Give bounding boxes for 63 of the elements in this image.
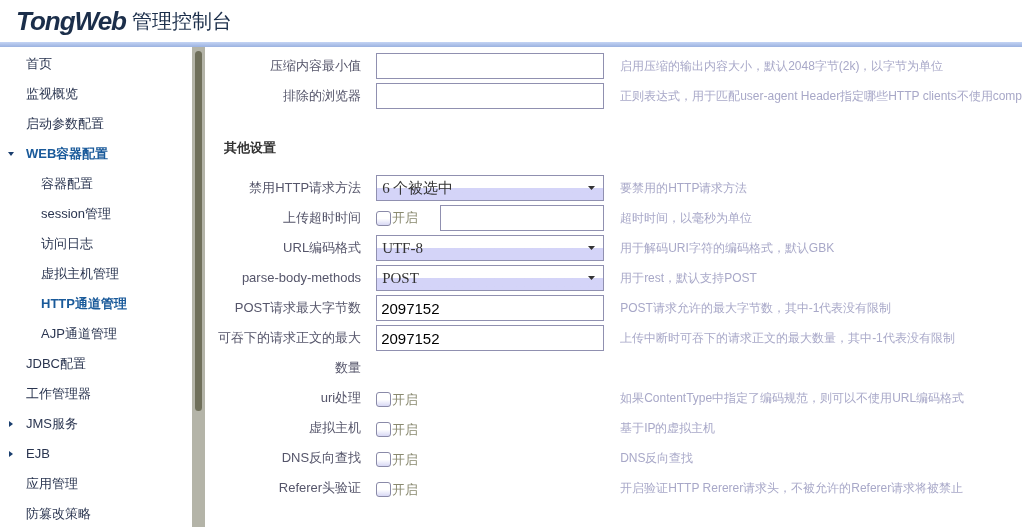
caret-right-icon[interactable] (8, 451, 14, 457)
hint-text: 用于解码URI字符的编码格式，默认GBK (620, 240, 835, 257)
hint-text: 如果ContentType中指定了编码规范，则可以不使用URL编码格式 (620, 390, 965, 407)
input-field[interactable]: 2097152 (376, 325, 605, 351)
hint-text: 启用压缩的输出内容大小，默认2048字节(2k)，以字节为单位 (620, 58, 944, 75)
input-field[interactable] (376, 83, 605, 109)
hint-text: 正则表达式，用于匹配user-agent Header指定哪些HTTP clients不使用comp (620, 88, 1022, 105)
nav-item[interactable]: EJB (26, 444, 50, 464)
checkbox[interactable]: 开启 (376, 449, 419, 470)
field-label: uri处理 (319, 389, 362, 407)
hint-text: 开启验证HTTP Rererer请求头，不被允许的Referer请求将被禁止 (620, 480, 964, 497)
input-field[interactable] (440, 205, 605, 231)
console-title: 管理控制台 (132, 11, 232, 31)
hint-text: 要禁用的HTTP请求方法 (620, 180, 748, 197)
hint-text: DNS反向查找 (620, 450, 694, 467)
checkbox[interactable]: 开启 (376, 389, 419, 410)
field-label: DNS反向查找 (280, 449, 362, 467)
field-label: 虚拟主机 (308, 419, 362, 437)
nav-item[interactable]: 防篡改策略 (26, 504, 91, 524)
nav-item[interactable]: AJP通道管理 (41, 324, 117, 344)
nav-item[interactable]: 首页 (26, 54, 52, 74)
nav-item[interactable]: JDBC配置 (26, 354, 86, 374)
nav-item[interactable]: HTTP通道管理 (41, 294, 127, 314)
caret-right-icon[interactable] (8, 421, 14, 427)
hint-text: 超时时间，以毫秒为单位 (620, 210, 753, 227)
nav-item[interactable]: JMS服务 (26, 414, 78, 434)
nav-item[interactable]: 虚拟主机管理 (41, 264, 119, 284)
field-label: 压缩内容最小值 (269, 57, 362, 75)
dropdown[interactable]: 6 个被选中 (376, 175, 605, 201)
field-label: URL编码格式 (282, 239, 362, 257)
caret-icon (588, 246, 596, 250)
nav-item[interactable]: 启动参数配置 (26, 114, 104, 134)
field-label: 禁用HTTP请求方法 (248, 179, 362, 197)
checkbox[interactable]: 开启 (376, 419, 419, 440)
scrollbar-thumb[interactable] (195, 51, 203, 411)
nav-item[interactable]: 应用管理 (26, 474, 78, 494)
caret-icon (588, 186, 596, 190)
nav-item[interactable]: 监视概览 (26, 84, 78, 104)
hint-text: POST请求允许的最大字节数，其中-1代表没有限制 (620, 300, 892, 317)
scrollbar[interactable] (192, 47, 206, 527)
nav-item[interactable]: session管理 (41, 204, 112, 224)
input-field[interactable] (376, 53, 605, 79)
section-title: 其他设置 (224, 139, 278, 158)
field-label: Referer头验证 (277, 479, 362, 497)
field-label: 上传超时时间 (282, 209, 362, 227)
checkbox[interactable]: 开启 (376, 479, 419, 500)
field-label: parse-body-methods (240, 269, 362, 287)
input-field[interactable]: 2097152 (376, 295, 605, 321)
nav-item[interactable]: 访问日志 (41, 234, 93, 254)
hint-text: 基于IP的虚拟主机 (620, 420, 716, 437)
checkbox[interactable]: 开启 (376, 208, 419, 228)
field-label: 排除的浏览器 (282, 87, 362, 105)
dropdown[interactable]: UTF-8 (376, 235, 605, 261)
nav-item[interactable]: 工作管理器 (26, 384, 91, 404)
field-label: POST请求最大字节数 (233, 299, 362, 317)
logo-text: TongWeb (16, 8, 126, 34)
nav-item[interactable]: WEB容器配置 (26, 144, 109, 164)
hint-text: 用于rest，默认支持POST (620, 270, 757, 287)
hint-text: 上传中断时可吞下的请求正文的最大数量，其中-1代表没有限制 (620, 330, 955, 347)
dropdown[interactable]: POST (376, 265, 605, 291)
caret-down-icon[interactable] (8, 151, 14, 157)
caret-icon (588, 276, 596, 280)
nav-item[interactable]: 容器配置 (41, 174, 93, 194)
